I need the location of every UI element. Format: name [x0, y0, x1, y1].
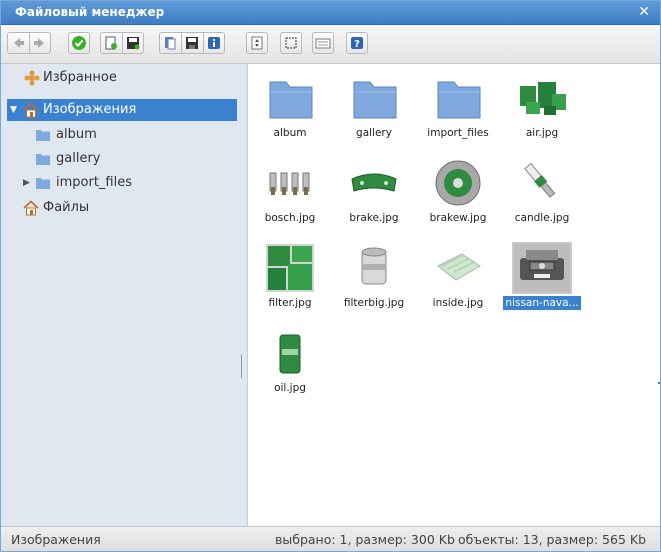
sidebar-item-label: import_files: [56, 175, 132, 190]
file-tile-nissan[interactable]: nissan-nava...: [500, 237, 584, 322]
air-filter-image-icon: [520, 82, 566, 115]
window-title: Файловый менеджер: [15, 5, 165, 19]
copy-icon: [165, 37, 176, 50]
spark-plugs-image-icon: [269, 172, 310, 195]
toolbar: ?: [1, 25, 660, 64]
help-button[interactable]: ?: [346, 32, 368, 54]
filters-image-icon: [266, 244, 314, 292]
file-name: album: [273, 127, 307, 139]
view-mode-button[interactable]: [312, 32, 334, 54]
folder-icon: [36, 178, 50, 189]
back-button[interactable]: [7, 32, 29, 54]
sidebar-item-album[interactable]: album: [1, 124, 237, 146]
file-tile-gallery[interactable]: gallery: [332, 67, 416, 152]
home-icon: [23, 200, 39, 216]
sort-icon: [251, 36, 263, 50]
sidebar-item-label: Изображения: [43, 102, 137, 117]
file-tile-filter[interactable]: filter.jpg: [248, 237, 332, 322]
save-as-button[interactable]: [181, 32, 203, 54]
disk-icon: [186, 37, 198, 49]
oil-filter-image-icon: [361, 247, 387, 285]
info-button[interactable]: [203, 32, 225, 54]
forward-button[interactable]: [29, 32, 51, 54]
file-tile-candle[interactable]: candle.jpg: [500, 152, 584, 237]
new-file-button[interactable]: [100, 32, 122, 54]
folder-icon: [36, 154, 50, 165]
sidebar-item-label: Избранное: [43, 70, 117, 85]
file-name: inside.jpg: [432, 297, 484, 309]
file-name-label: nissan-nava...: [503, 296, 581, 310]
select-area-button[interactable]: [280, 32, 302, 54]
file-name: brakew.jpg: [429, 212, 487, 224]
sidebar-item-images[interactable]: ▼ Изображения: [7, 99, 237, 121]
file-tile-oil[interactable]: oil.jpg: [248, 322, 332, 407]
keyboard-icon: [315, 38, 331, 49]
sidebar-item-label: Файлы: [43, 200, 90, 215]
file-tile-album[interactable]: album: [248, 67, 332, 152]
sidebar-resize-handle[interactable]: [240, 354, 244, 378]
star-icon: [24, 70, 40, 86]
sidebar-item-label: gallery: [56, 151, 101, 166]
svg-text:?: ?: [354, 39, 360, 50]
copy-button[interactable]: [159, 32, 181, 54]
arrow-right-icon: [34, 38, 44, 48]
cabin-filter-image-icon: [437, 253, 481, 281]
save-icon: [127, 37, 140, 50]
status-bar: Изображения выбрано: 1, размер: 300 Kb о…: [1, 526, 660, 551]
sort-button[interactable]: [246, 32, 268, 54]
save-button[interactable]: [122, 32, 144, 54]
sidebar-item-files[interactable]: Файлы: [1, 197, 237, 219]
folder-icon: [353, 81, 397, 119]
file-tile-brakew[interactable]: brakew.jpg: [416, 152, 500, 237]
status-totals: объекты: 13, размер: 565 Kb: [457, 532, 646, 547]
file-tile-bosch[interactable]: bosch.jpg: [248, 152, 332, 237]
sidebar-item-import-files[interactable]: ▶ import_files: [1, 172, 237, 194]
file-tile-import-files[interactable]: import_files: [416, 67, 500, 152]
check-circle-icon: [72, 36, 86, 50]
file-name: filter.jpg: [268, 297, 312, 309]
file-tile-air[interactable]: air.jpg: [500, 67, 584, 152]
file-name: air.jpg: [525, 127, 559, 139]
info-icon: [208, 37, 220, 49]
select-area-icon: [285, 37, 297, 49]
file-tile-inside[interactable]: inside.jpg: [416, 237, 500, 322]
close-icon[interactable]: ✕: [638, 4, 650, 20]
file-name: nissan-nava...: [500, 296, 584, 310]
status-selection: выбрано: 1, размер: 300 Kb: [275, 532, 455, 547]
select-button[interactable]: [68, 32, 90, 54]
folder-icon: [437, 81, 481, 119]
file-tile-brake[interactable]: brake.jpg: [332, 152, 416, 237]
help-icon: ?: [351, 37, 363, 50]
sidebar-item-gallery[interactable]: gallery: [1, 148, 237, 170]
file-name: filterbig.jpg: [343, 297, 405, 309]
file-name: oil.jpg: [274, 382, 306, 394]
oil-filter-green-image-icon: [279, 334, 301, 374]
title-bar[interactable]: Файловый менеджер ✕: [1, 1, 660, 25]
file-name: brake.jpg: [349, 212, 399, 224]
arrow-left-icon: [14, 38, 24, 48]
file-tile-filterbig[interactable]: filterbig.jpg: [332, 237, 416, 322]
folder-icon: [269, 81, 313, 119]
spark-plug-image-icon: [524, 162, 556, 198]
expand-arrow-icon[interactable]: ▼: [10, 99, 17, 121]
brake-disc-image-icon: [435, 160, 481, 206]
file-name: bosch.jpg: [264, 212, 316, 224]
file-name: candle.jpg: [514, 212, 570, 224]
brake-pads-image-icon: [351, 173, 397, 192]
sidebar-item-label: album: [56, 127, 97, 142]
new-file-icon: [105, 36, 117, 50]
scroll-edge-marker: [658, 382, 660, 384]
home-icon: [23, 102, 39, 118]
file-manager-window: Файловый менеджер ✕ ? Избранное ▼ Изобра…: [0, 0, 661, 552]
folder-icon: [36, 130, 50, 141]
file-grid: album gallery import_files air.jpg bosch…: [248, 64, 660, 526]
file-name: import_files: [427, 127, 489, 139]
sidebar-item-favorites[interactable]: Избранное: [1, 67, 237, 89]
collapse-arrow-icon[interactable]: ▶: [23, 172, 30, 194]
folder-tree-sidebar: Избранное ▼ Изображения album gallery ▶ …: [1, 64, 248, 526]
file-name: gallery: [356, 127, 392, 139]
nissan-car-image-icon: [512, 242, 572, 294]
status-path: Изображения: [11, 532, 101, 547]
